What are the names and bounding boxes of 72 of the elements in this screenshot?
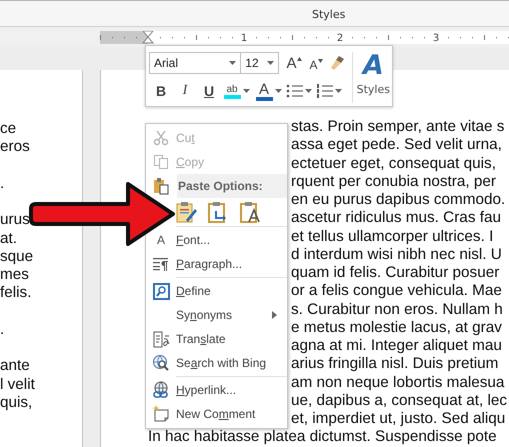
text-line: . [0,174,4,192]
menu-item[interactable]: Hyperlink... [146,378,287,402]
menu-item[interactable]: New Comment [146,402,287,426]
text-line: en eu purus dapibus commodo. [291,191,506,208]
text-line: l velit [0,376,35,392]
copy-icon [153,154,169,170]
text-line: urus [0,211,30,228]
text-line: mes [0,266,29,283]
menu-item[interactable]: Synonyms [146,303,287,327]
text-line: quis, [0,394,32,411]
text-line: quam id felis. Curabitur posuer [291,264,500,281]
text-line: at. [0,230,18,246]
indent-marker-icon[interactable] [142,31,154,44]
ruler-number: 2 [336,33,344,44]
dropdown-caret-icon[interactable] [275,89,282,93]
clipboard-icon [153,177,169,195]
text-line: et, imperdiet ut, justo. Sed aliqu [291,410,506,427]
dropdown-caret-icon [229,61,236,65]
dropdown-caret-icon[interactable] [305,89,312,93]
styles-button[interactable]: A Styles [356,52,390,103]
menu-section-label: Paste Options: [177,174,287,198]
menu-item[interactable]: Search with Bing [146,351,287,375]
menu-item[interactable]: Paragraph... [146,252,287,276]
text-line: ascetur ridiculus mus. Cras fau [291,209,501,226]
text-line: sque [0,248,34,265]
scissors-icon [153,130,169,146]
text-line: ectetuer eget, consequat quis, [291,154,496,172]
text-line: et tellus ullamcorper ultrices. I [291,228,494,244]
text-line: felis. [0,284,32,302]
ruler-number: 3 [432,33,440,44]
dropdown-caret-icon [267,61,274,65]
ribbon-group-label: Styles [312,8,346,21]
highlight-button[interactable]: ab [222,80,242,102]
font-size-field[interactable]: 12 [241,52,279,74]
menu-item[interactable]: Define [146,279,287,303]
down-triangle-icon [318,58,322,62]
text-line: eros [0,138,30,156]
grow-font-button[interactable]: A [284,52,304,74]
text-line: arius fringilla nisl. Duis pretium [291,355,498,372]
dropdown-caret-icon[interactable] [243,89,250,93]
font-glyph-icon: A [156,233,165,247]
up-triangle-icon [296,57,302,61]
menu-item[interactable]: Translate [146,327,287,351]
translate-icon [152,330,170,348]
font-name-field[interactable]: Arial [149,52,242,74]
define-icon [152,282,170,300]
text-line: assa eget pede. Sed velit urna, [291,136,502,154]
text-line: am non neque lobortis malesua [291,374,504,390]
new-comment-icon [152,405,170,423]
text-line: agna at mi. Integer aliquet mau [291,337,502,354]
hyperlink-icon [152,381,170,399]
text-line: d interdum wisi nibh nec nisl. U [291,246,502,263]
text-line: or a felis congue vehicula. Mae [291,282,502,300]
text-line: e metus molestie lacus, at grav [291,318,502,336]
text-line: s. Curabitur non eros. Nullam h [291,300,503,318]
menu-item[interactable]: A Font... [146,228,287,252]
text-line: . [0,320,4,338]
text-line: rquent per conubia nostra, per [291,172,496,190]
text-line: In hac habitasse platea dictumst. Suspendisse pote [148,428,497,446]
text-line: ce [0,120,16,137]
font-color-button[interactable]: A [254,80,274,102]
text-line: ue, dapibus a, consequat at, lec [291,392,508,409]
shrink-font-button[interactable]: A [306,52,326,74]
globe-search-icon [152,354,170,372]
dropdown-caret-icon[interactable] [335,89,342,93]
ruler-number: 1 [240,33,248,44]
bold-button[interactable]: B [150,80,172,102]
italic-button[interactable]: I [174,80,196,102]
text-line: stas. Proin semper, ante vitae s [291,118,504,135]
paragraph-icon [153,257,169,271]
underline-button[interactable]: U [198,80,220,102]
text-line: ante [0,357,30,374]
